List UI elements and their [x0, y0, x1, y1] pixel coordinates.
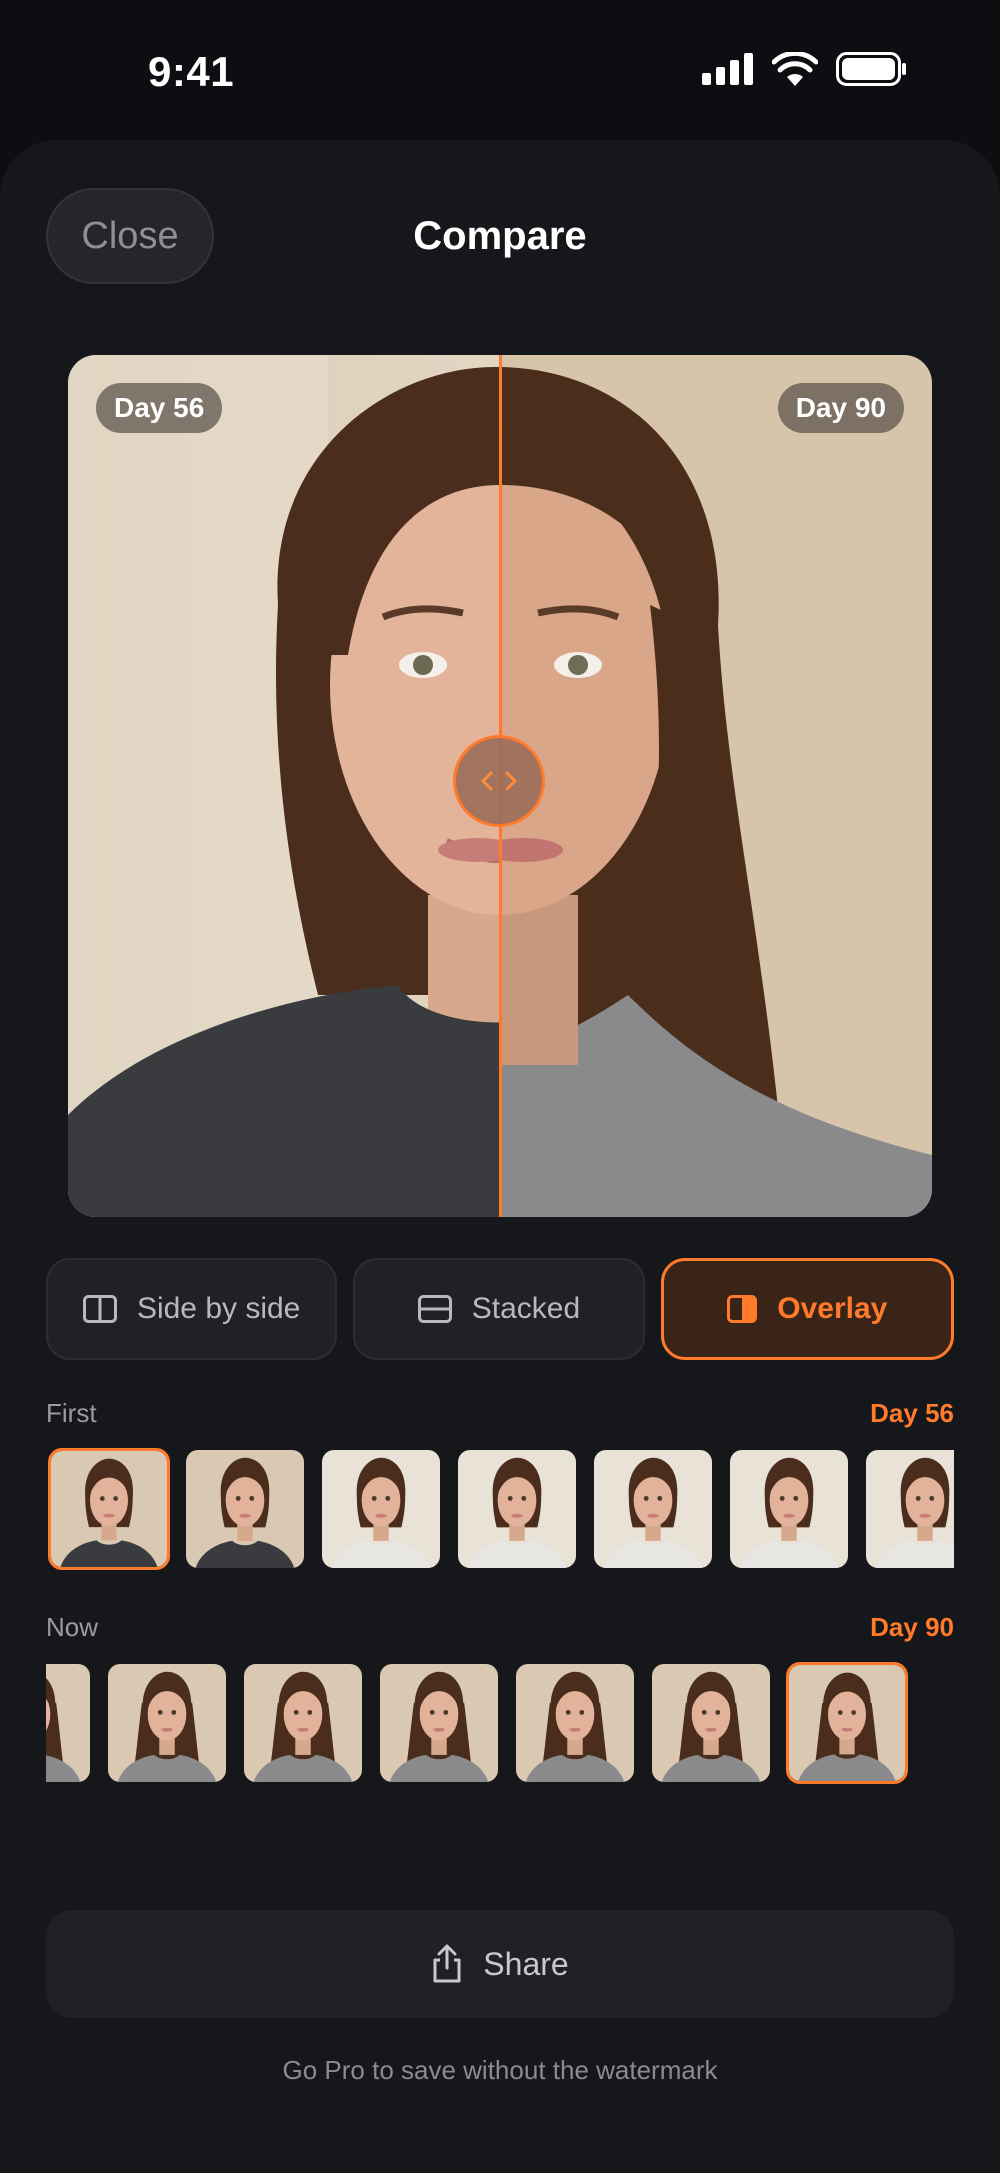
- status-time: 9:41: [148, 48, 235, 95]
- now-thumbnail-strip[interactable]: [46, 1662, 954, 1788]
- photo-thumbnail[interactable]: [592, 1448, 714, 1570]
- mode-side-by-side-button[interactable]: Side by side: [46, 1258, 338, 1360]
- first-photo: [68, 355, 500, 1217]
- compare-sheet: Close Compare Day 56 Day 90 Side by side…: [0, 140, 1000, 2173]
- photo-thumbnail[interactable]: [320, 1448, 442, 1570]
- photo-thumbnail[interactable]: [728, 1448, 850, 1570]
- first-day-badge: Day 56: [96, 383, 223, 433]
- photo-thumbnail[interactable]: [48, 1448, 170, 1570]
- first-row-day: Day 56: [870, 1398, 954, 1428]
- now-row-label: Now: [46, 1612, 99, 1642]
- photo-thumbnail[interactable]: [864, 1448, 954, 1570]
- page-title: Compare: [413, 214, 587, 258]
- mode-label: Overlay: [777, 1292, 888, 1325]
- first-row-label: First: [46, 1398, 97, 1428]
- now-day-badge: Day 90: [777, 383, 904, 433]
- now-row-day: Day 90: [870, 1612, 954, 1642]
- status-bar: 9:41: [0, 0, 1000, 140]
- photo-thumbnail[interactable]: [650, 1662, 772, 1784]
- compare-mode-selector: Side by side Stacked Overlay: [46, 1258, 954, 1360]
- wifi-icon: [772, 52, 818, 86]
- overlay-icon: [727, 1295, 758, 1323]
- chevrons-left-right-icon: [481, 771, 517, 791]
- photo-thumbnail[interactable]: [786, 1662, 908, 1784]
- photo-thumbnail[interactable]: [514, 1662, 636, 1784]
- first-thumbnail-strip[interactable]: [46, 1448, 954, 1574]
- share-icon: [433, 1944, 461, 1983]
- photo-thumbnail[interactable]: [46, 1662, 92, 1784]
- mode-label: Side by side: [136, 1292, 301, 1325]
- stacked-icon: [417, 1295, 452, 1323]
- compare-viewer[interactable]: Day 56 Day 90: [68, 355, 932, 1217]
- side-by-side-icon: [82, 1295, 117, 1323]
- photo-thumbnail[interactable]: [456, 1448, 578, 1570]
- status-icons: [702, 52, 908, 86]
- photo-thumbnail[interactable]: [184, 1448, 306, 1570]
- photo-thumbnail[interactable]: [378, 1662, 500, 1784]
- cellular-signal-icon: [702, 53, 753, 85]
- split-handle[interactable]: [453, 735, 545, 827]
- now-photo: [500, 355, 932, 1217]
- mode-overlay-button[interactable]: Overlay: [660, 1258, 954, 1360]
- mode-label: Stacked: [471, 1292, 581, 1325]
- photo-thumbnail[interactable]: [242, 1662, 364, 1784]
- photo-thumbnail[interactable]: [106, 1662, 228, 1784]
- share-button[interactable]: Share: [46, 1910, 954, 2018]
- battery-icon: [836, 52, 906, 86]
- pro-upsell-note: Go Pro to save without the watermark: [282, 2055, 718, 2085]
- mode-stacked-button[interactable]: Stacked: [353, 1258, 645, 1360]
- share-label: Share: [483, 1945, 569, 1982]
